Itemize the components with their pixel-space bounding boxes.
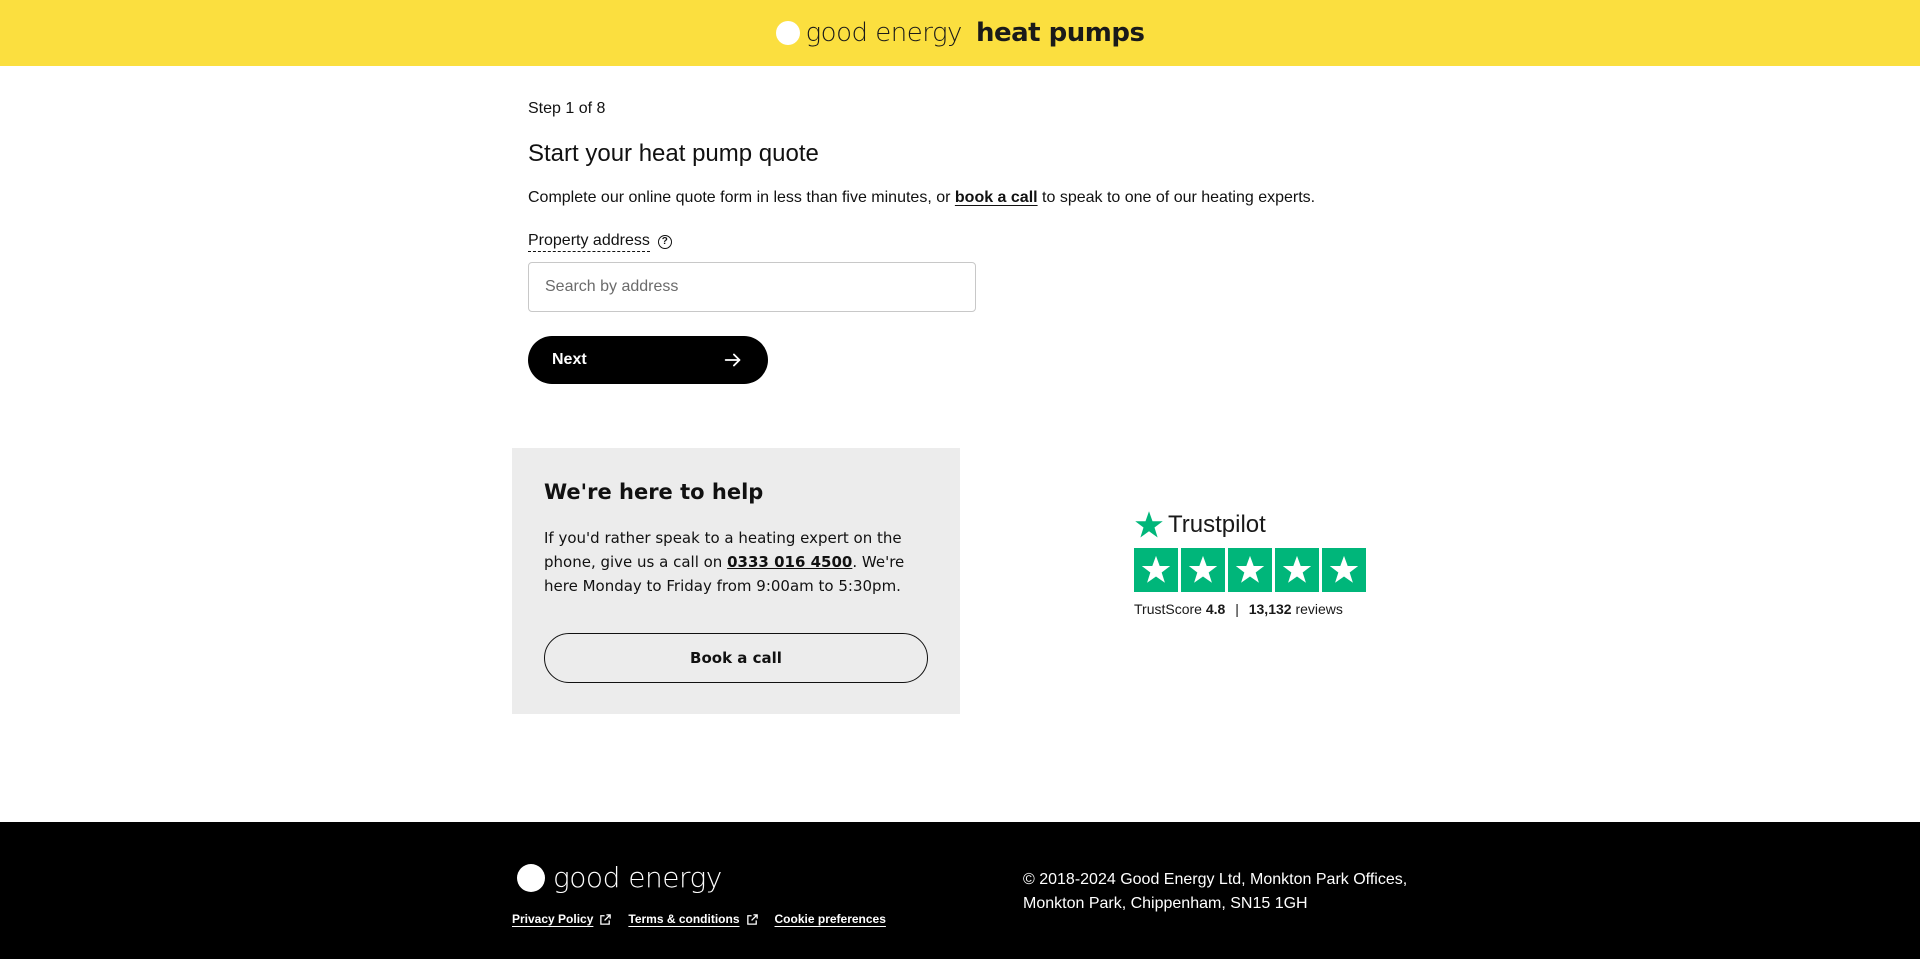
- good-energy-heat-pumps-logo[interactable]: good energy heat pumps: [775, 18, 1145, 48]
- footer-links: Privacy Policy Terms & conditions Cookie…: [512, 912, 886, 926]
- score-separator: |: [1235, 601, 1239, 617]
- logo-text-bold: heat pumps: [975, 18, 1145, 48]
- next-button-label: Next: [552, 351, 587, 368]
- question-circle-icon[interactable]: ?: [657, 235, 672, 249]
- trustpilot-star-icon: [1275, 548, 1319, 592]
- trustpilot-star-icon: [1228, 548, 1272, 592]
- logo-text-light: good energy: [805, 18, 963, 48]
- site-footer: good energy Privacy Policy Terms & condi…: [0, 822, 1920, 959]
- arrow-right-icon: [724, 353, 741, 367]
- phone-number-link[interactable]: 0333 016 4500: [727, 553, 852, 571]
- help-card-title: We're here to help: [544, 480, 764, 504]
- step-indicator: Step 1 of 8: [528, 100, 606, 117]
- book-a-call-button[interactable]: Book a call: [544, 633, 928, 683]
- trustpilot-brand: Trustpilot: [1134, 510, 1366, 540]
- page-title: Start your heat pump quote: [528, 140, 819, 167]
- privacy-policy-link[interactable]: Privacy Policy: [512, 912, 612, 926]
- help-card-text: If you'd rather speak to a heating exper…: [544, 526, 928, 598]
- trustpilot-star-icon: [1134, 548, 1178, 592]
- intro-text: Complete our online quote form in less t…: [528, 189, 1315, 207]
- review-count: 13,132: [1248, 601, 1292, 617]
- cookie-preferences-link[interactable]: Cookie preferences: [775, 912, 886, 926]
- cookie-preferences-label: Cookie preferences: [774, 912, 886, 926]
- address-search-input[interactable]: [528, 262, 976, 312]
- trustscore-label: TrustScore: [1134, 601, 1202, 617]
- property-address-label: Property address ?: [528, 232, 672, 252]
- footer-address: © 2018-2024 Good Energy Ltd, Monkton Par…: [1023, 868, 1443, 916]
- trustpilot-brand-name: Trustpilot: [1168, 511, 1266, 538]
- next-button[interactable]: Next: [528, 336, 768, 384]
- trustpilot-widget[interactable]: Trustpilot TrustScore 4.8 | 13,132 revie…: [1134, 510, 1366, 617]
- trustpilot-star-icon: [1135, 511, 1163, 538]
- terms-conditions-label: Terms & conditions: [628, 912, 740, 926]
- intro-text-before: Complete our online quote form in less t…: [528, 189, 955, 206]
- property-address-label-text[interactable]: Property address: [528, 232, 650, 252]
- trustpilot-rating-stars: [1134, 548, 1366, 592]
- logo-dot-icon: [775, 21, 800, 45]
- footer-good-energy-logo[interactable]: good energy: [517, 861, 722, 894]
- footer-logo-dot-icon: [517, 863, 545, 892]
- trustpilot-star-icon: [1181, 548, 1225, 592]
- footer-logo-text: good energy: [553, 861, 722, 894]
- footer-address-line1: © 2018-2024 Good Energy Ltd, Monkton Par…: [1023, 871, 1408, 888]
- privacy-policy-label: Privacy Policy: [512, 912, 594, 926]
- book-a-call-link[interactable]: book a call: [955, 189, 1038, 206]
- external-link-icon: [600, 913, 612, 925]
- reviews-label: reviews: [1295, 601, 1343, 617]
- site-header: good energy heat pumps: [0, 0, 1920, 66]
- intro-text-after: to speak to one of our heating experts.: [1037, 189, 1316, 206]
- trustpilot-star-icon: [1322, 548, 1366, 592]
- terms-conditions-link[interactable]: Terms & conditions: [628, 912, 758, 926]
- trustscore-value: 4.8: [1205, 601, 1226, 617]
- footer-address-line2: Monkton Park, Chippenham, SN15 1GH: [1023, 895, 1308, 912]
- trustpilot-score: TrustScore 4.8 | 13,132 reviews: [1134, 601, 1366, 617]
- external-link-icon: [746, 913, 758, 925]
- help-card: We're here to help If you'd rather speak…: [512, 448, 960, 714]
